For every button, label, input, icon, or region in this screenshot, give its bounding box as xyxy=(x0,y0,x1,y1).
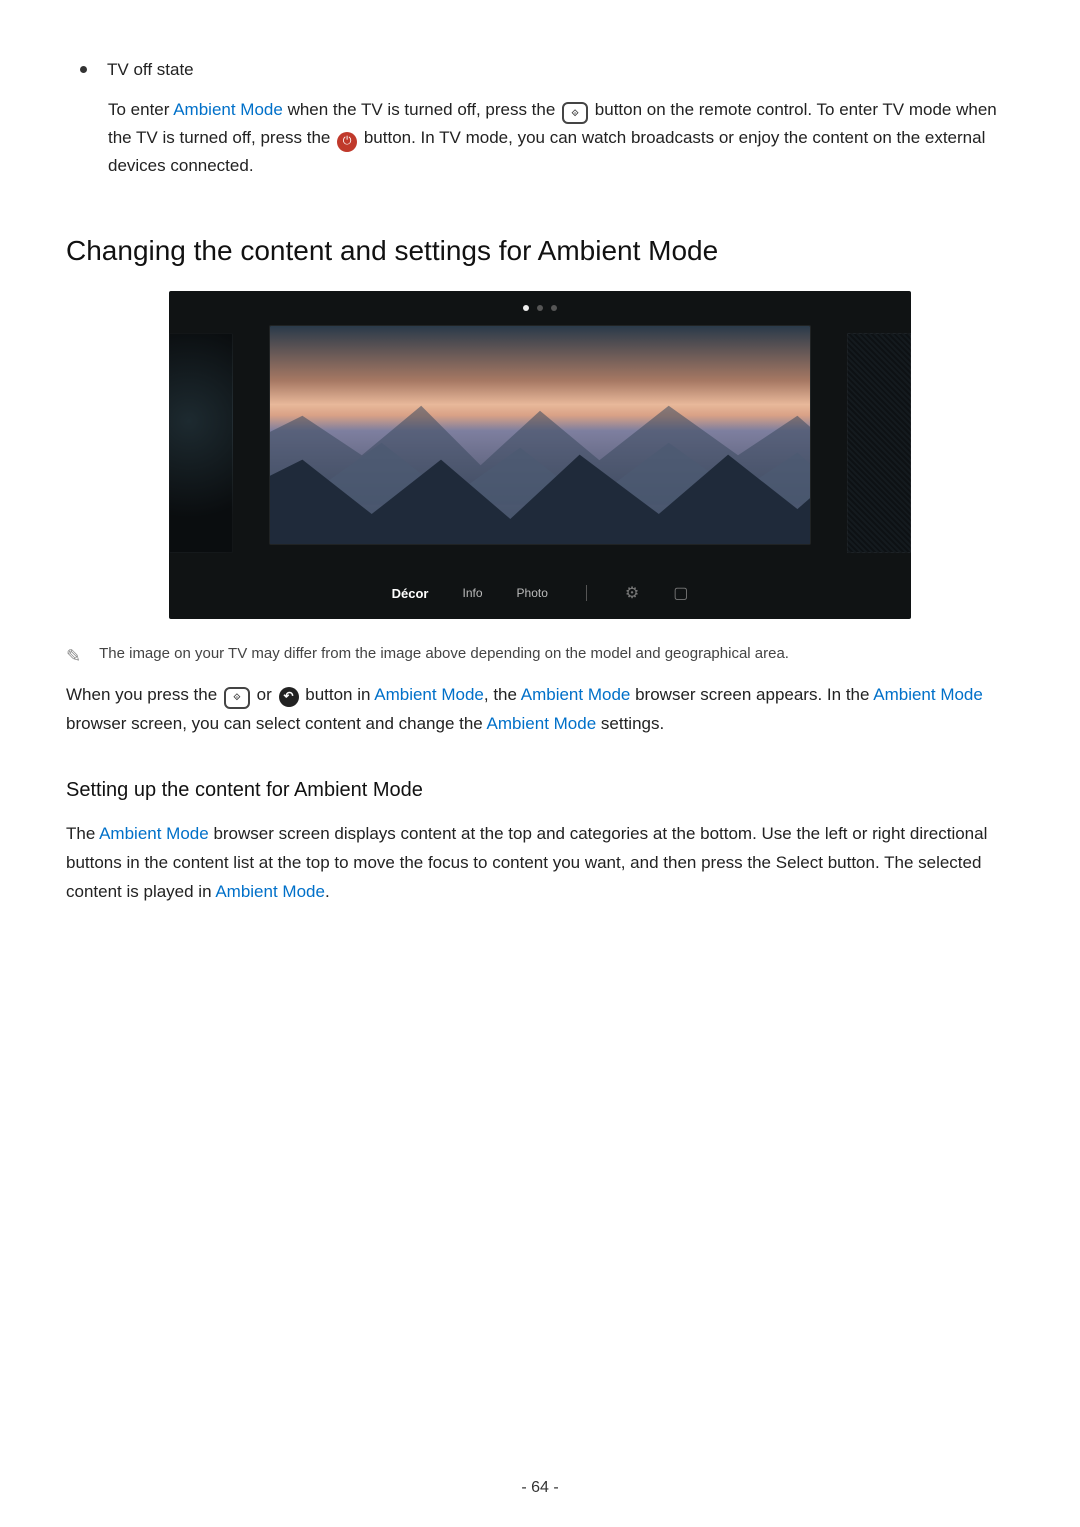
text: To enter xyxy=(108,100,173,119)
bullet-dot xyxy=(80,66,87,73)
ambient-button-icon: ⟐ xyxy=(224,681,250,710)
back-button-icon: ↶ xyxy=(279,681,299,710)
text: browser screen appears. In the xyxy=(630,685,873,704)
text: , the xyxy=(484,685,521,704)
bottom-menu-bar: Décor Info Photo ⚙ ▢ xyxy=(169,567,911,619)
screen-off-icon[interactable]: ▢ xyxy=(673,583,688,603)
menu-divider xyxy=(586,585,587,601)
pager-dot-active xyxy=(523,305,529,311)
note-text: The image on your TV may differ from the… xyxy=(99,645,789,662)
paragraph-2: The Ambient Mode browser screen displays… xyxy=(66,820,1014,907)
text: The xyxy=(66,824,99,843)
page-number: - 64 - xyxy=(0,1479,1080,1497)
menu-item-info[interactable]: Info xyxy=(463,586,483,600)
pencil-note-icon: ✎ xyxy=(66,646,81,667)
ambient-mode-link: Ambient Mode xyxy=(873,685,983,704)
ambient-mode-link: Ambient Mode xyxy=(487,714,597,733)
pager-dots xyxy=(523,305,557,311)
menu-item-decor[interactable]: Décor xyxy=(392,586,429,601)
pager-dot xyxy=(537,305,543,311)
text: when the TV is turned off, press the xyxy=(283,100,560,119)
center-preview xyxy=(269,325,811,545)
ambient-mode-link: Ambient Mode xyxy=(99,824,209,843)
text: browser screen, you can select content a… xyxy=(66,714,487,733)
text: or xyxy=(257,685,277,704)
section-heading: Changing the content and settings for Am… xyxy=(66,235,1014,267)
ambient-mode-screenshot: Décor Info Photo ⚙ ▢ xyxy=(169,291,911,619)
mountains-front xyxy=(269,420,811,545)
settings-icon[interactable]: ⚙ xyxy=(625,583,639,603)
sub-heading: Setting up the content for Ambient Mode xyxy=(66,779,1014,802)
menu-item-photo[interactable]: Photo xyxy=(517,586,548,600)
thumb-right xyxy=(847,333,911,553)
paragraph-1: When you press the ⟐ or ↶ button in Ambi… xyxy=(66,681,1014,739)
text: button in xyxy=(305,685,374,704)
bullet-body: To enter Ambient Mode when the TV is tur… xyxy=(108,96,1008,179)
bullet-item: TV off state xyxy=(66,60,1014,80)
manual-page: TV off state To enter Ambient Mode when … xyxy=(0,0,1080,1527)
ambient-mode-link: Ambient Mode xyxy=(521,685,631,704)
pager-dot xyxy=(551,305,557,311)
bullet-title: TV off state xyxy=(107,60,194,80)
ambient-mode-link: Ambient Mode xyxy=(215,882,325,901)
ambient-button-icon: ⟐ xyxy=(562,97,588,124)
power-button-icon: ⏻ xyxy=(337,125,357,152)
ambient-mode-link: Ambient Mode xyxy=(374,685,484,704)
text: . xyxy=(325,882,330,901)
thumb-left xyxy=(169,333,233,553)
text: When you press the xyxy=(66,685,222,704)
ambient-mode-link: Ambient Mode xyxy=(173,100,283,119)
note-row: ✎ The image on your TV may differ from t… xyxy=(66,645,1014,667)
text: settings. xyxy=(596,714,664,733)
